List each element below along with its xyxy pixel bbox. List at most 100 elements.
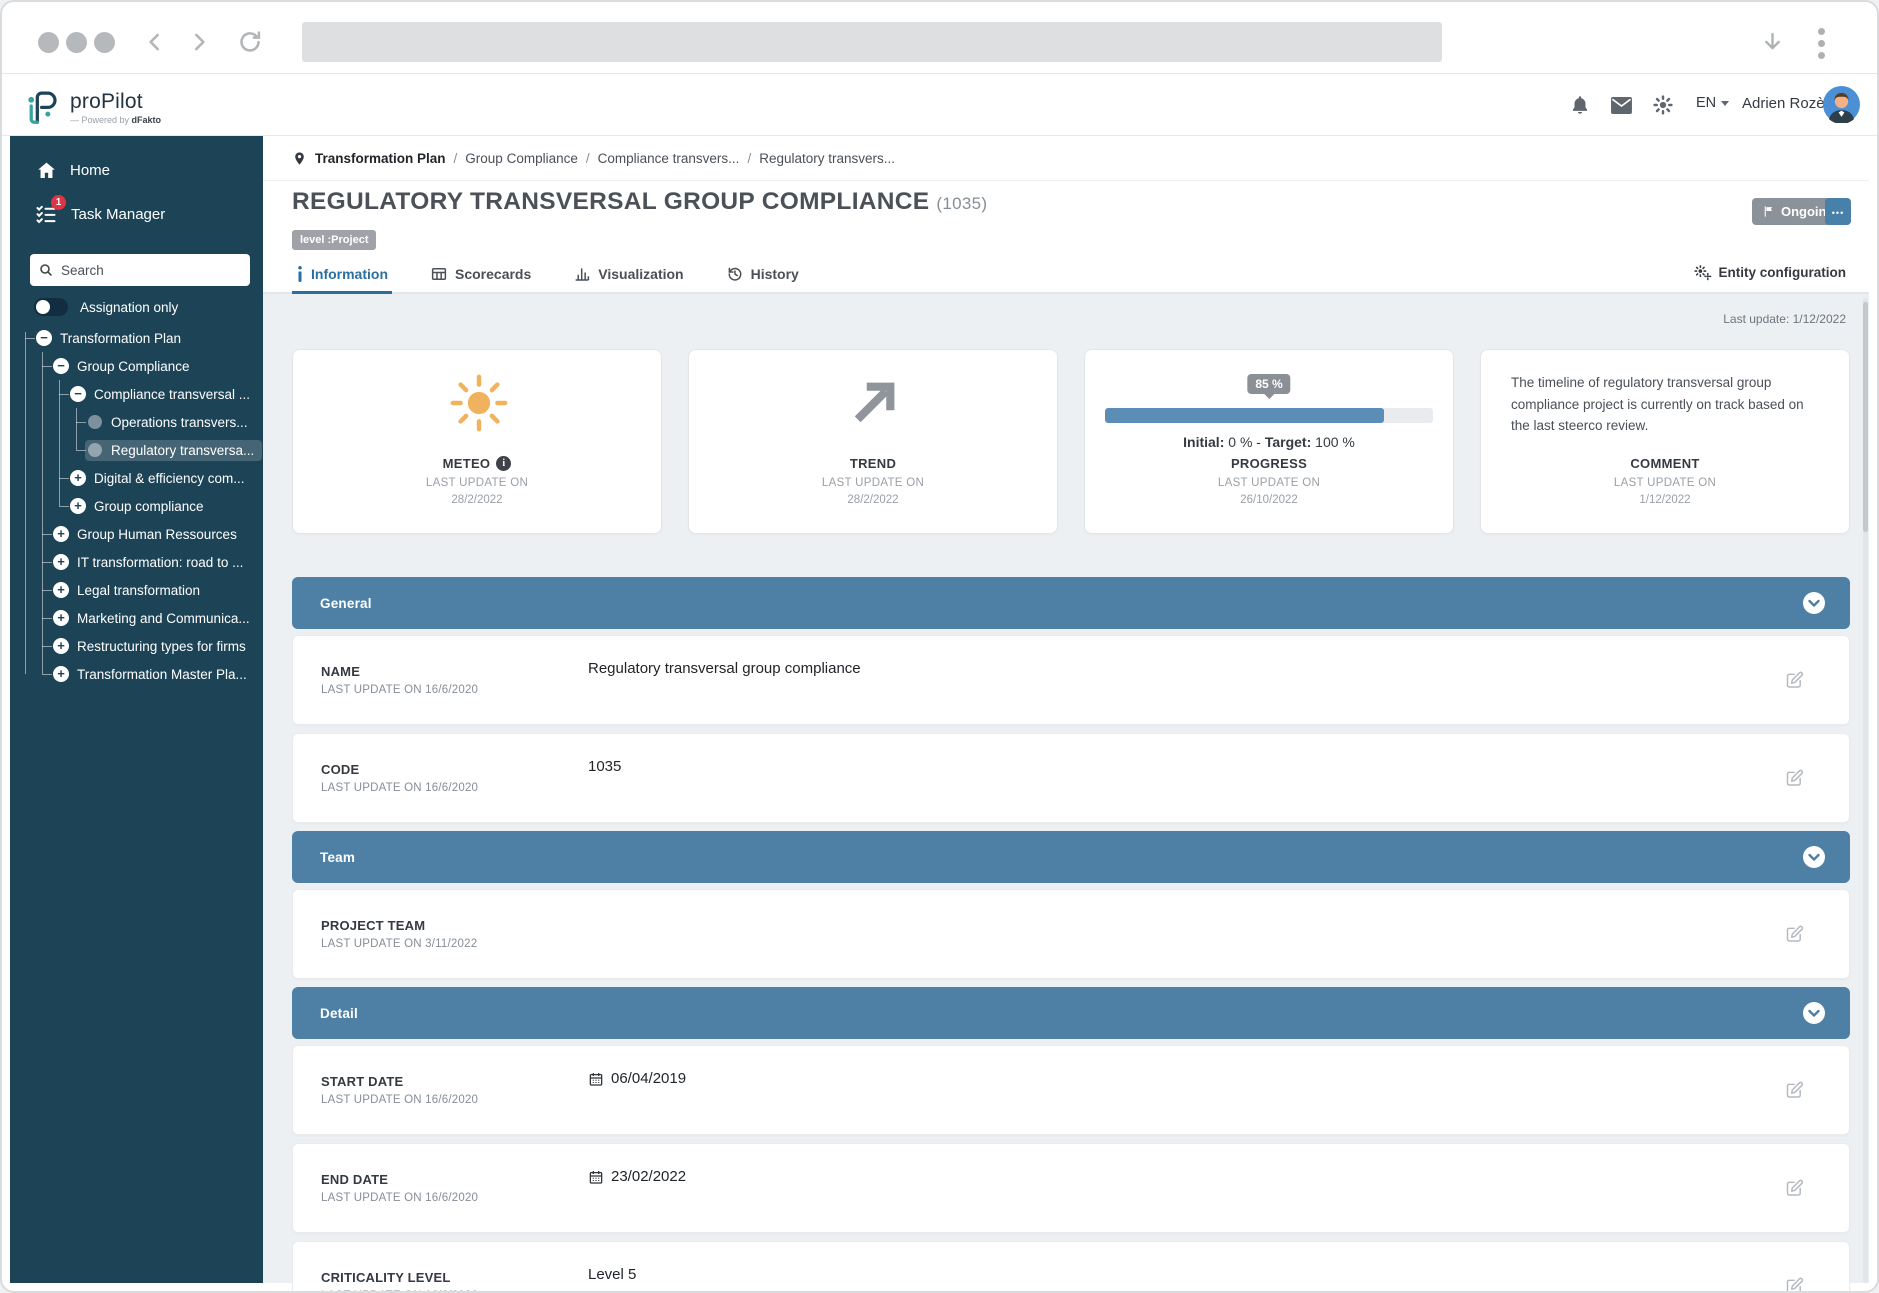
search-input[interactable] [61, 263, 242, 278]
card-title: TREND [850, 456, 896, 471]
more-actions-button[interactable] [1825, 198, 1851, 225]
edit-icon[interactable] [1784, 924, 1805, 945]
card-last-update-label: LAST UPDATE ON [1481, 477, 1849, 489]
progress-card: 85 % Initial: 0 % - Target: 100 % PROGRE… [1084, 349, 1454, 534]
card-last-update-label: LAST UPDATE ON [689, 477, 1057, 489]
leaf-icon [88, 415, 102, 429]
forward-icon[interactable] [186, 29, 212, 55]
browser-chrome [2, 2, 1877, 74]
breadcrumb-item[interactable]: Group Compliance [465, 151, 578, 166]
scrollbar-thumb[interactable] [1863, 302, 1868, 532]
card-title: PROGRESS [1231, 456, 1307, 471]
chevron-down-icon[interactable] [1802, 591, 1826, 615]
expand-icon[interactable] [53, 554, 69, 570]
edit-icon[interactable] [1784, 1178, 1805, 1199]
trend-arrow-icon [845, 374, 903, 432]
expand-icon[interactable] [53, 582, 69, 598]
section-header-general[interactable]: General [292, 577, 1850, 629]
window-control-dot[interactable] [38, 32, 59, 53]
section-header-team[interactable]: Team [292, 831, 1850, 883]
expand-icon[interactable] [70, 470, 86, 486]
tree-item-compliance-transversal[interactable]: Compliance transversal ... [10, 380, 257, 408]
notifications-bell-icon[interactable] [1569, 94, 1591, 116]
breadcrumb-separator: / [586, 151, 590, 166]
edit-icon[interactable] [1784, 768, 1805, 789]
field-label: START DATE [321, 1074, 478, 1089]
sidebar-search [30, 254, 250, 286]
expand-icon[interactable] [53, 666, 69, 682]
download-icon[interactable] [1759, 29, 1786, 56]
tree-item-group-human-ressources[interactable]: Group Human Ressources [10, 520, 257, 548]
breadcrumb-item[interactable]: Transformation Plan [315, 151, 446, 166]
expand-icon[interactable] [70, 498, 86, 514]
tree-item-digital-efficiency[interactable]: Digital & efficiency com... [10, 464, 257, 492]
tabs: Information Scorecards Visualization His… [263, 256, 1869, 294]
breadcrumb-item[interactable]: Compliance transvers... [598, 151, 740, 166]
sidebar-item-task-manager[interactable]: 1 Task Manager [34, 202, 165, 226]
tree-item-transformation-plan[interactable]: Transformation Plan [10, 324, 257, 352]
chevron-down-icon [1721, 101, 1729, 106]
refresh-icon[interactable] [236, 28, 264, 56]
settings-gear-icon[interactable] [1652, 94, 1674, 116]
tab-visualization[interactable]: Visualization [573, 256, 683, 292]
tree-item-group-compliance-2[interactable]: Group compliance [10, 492, 257, 520]
collapse-icon[interactable] [53, 358, 69, 374]
card-last-update-label: LAST UPDATE ON [1085, 477, 1453, 489]
tab-information[interactable]: Information [296, 256, 388, 292]
tree-item-restructuring-types[interactable]: Restructuring types for firms [10, 632, 257, 660]
info-icon[interactable] [496, 456, 511, 471]
window-control-dot[interactable] [66, 32, 87, 53]
tree-item-marketing-communication[interactable]: Marketing and Communica... [10, 604, 257, 632]
trend-card: TREND LAST UPDATE ON 28/2/2022 [688, 349, 1058, 534]
card-date: 26/10/2022 [1085, 494, 1453, 506]
tab-history[interactable]: History [726, 256, 799, 292]
field-row-name: NAMELAST UPDATE ON 16/6/2020 Regulatory … [292, 635, 1850, 725]
back-icon[interactable] [142, 29, 168, 55]
tree-item-legal-transformation[interactable]: Legal transformation [10, 576, 257, 604]
progress-bar [1105, 408, 1433, 423]
user-name[interactable]: Adrien Rozès [1742, 95, 1832, 112]
browser-menu-icon[interactable] [1818, 28, 1825, 59]
window-control-dot[interactable] [94, 32, 115, 53]
card-date: 1/12/2022 [1481, 494, 1849, 506]
task-count-badge: 1 [51, 195, 66, 210]
card-last-update-label: LAST UPDATE ON [293, 477, 661, 489]
sidebar: Home 1 Task Manager Assignation only Tra… [10, 136, 263, 1283]
progress-bar-fill [1105, 408, 1384, 423]
field-value: Regulatory transversal group compliance [588, 660, 861, 677]
tree-item-transformation-master-plan[interactable]: Transformation Master Pla... [10, 660, 257, 688]
collapse-icon[interactable] [70, 386, 86, 402]
tree-item-group-compliance[interactable]: Group Compliance [10, 352, 257, 380]
tab-scorecards[interactable]: Scorecards [430, 256, 531, 292]
assignation-toggle[interactable] [34, 298, 68, 316]
avatar[interactable] [1823, 86, 1860, 123]
expand-icon[interactable] [53, 526, 69, 542]
entity-configuration-button[interactable]: Entity configuration [1693, 264, 1847, 281]
assignation-toggle-row: Assignation only [34, 298, 178, 316]
chevron-down-icon[interactable] [1802, 1001, 1826, 1025]
section-header-detail[interactable]: Detail [292, 987, 1850, 1039]
chevron-down-icon[interactable] [1802, 845, 1826, 869]
expand-icon[interactable] [53, 638, 69, 654]
meteo-card: METEO LAST UPDATE ON 28/2/2022 [292, 349, 662, 534]
messages-envelope-icon[interactable] [1610, 96, 1633, 115]
edit-icon[interactable] [1784, 1276, 1805, 1293]
sidebar-item-home[interactable]: Home [36, 160, 110, 181]
breadcrumb-item[interactable]: Regulatory transvers... [759, 151, 895, 166]
app-name: proPilot [70, 90, 161, 114]
language-selector[interactable]: EN [1696, 95, 1729, 111]
edit-icon[interactable] [1784, 1080, 1805, 1101]
tree-item-it-transformation[interactable]: IT transformation: road to ... [10, 548, 257, 576]
edit-icon[interactable] [1784, 670, 1805, 691]
field-last-update: LAST UPDATE ON 16/6/2020 [321, 782, 478, 794]
url-bar[interactable] [302, 22, 1442, 62]
tree-item-regulatory-transversal[interactable]: Regulatory transversa... [10, 436, 257, 464]
collapse-icon[interactable] [36, 330, 52, 346]
field-row-end-date: END DATELAST UPDATE ON 16/6/2020 23/02/2… [292, 1143, 1850, 1233]
card-date: 28/2/2022 [293, 494, 661, 506]
field-row-start-date: START DATELAST UPDATE ON 16/6/2020 06/04… [292, 1045, 1850, 1135]
propilot-logo-icon[interactable] [24, 85, 64, 127]
tree-item-operations-transversal[interactable]: Operations transvers... [10, 408, 257, 436]
browser-window: proPilot — Powered by dFakto EN Adrien R… [0, 0, 1879, 1293]
expand-icon[interactable] [53, 610, 69, 626]
